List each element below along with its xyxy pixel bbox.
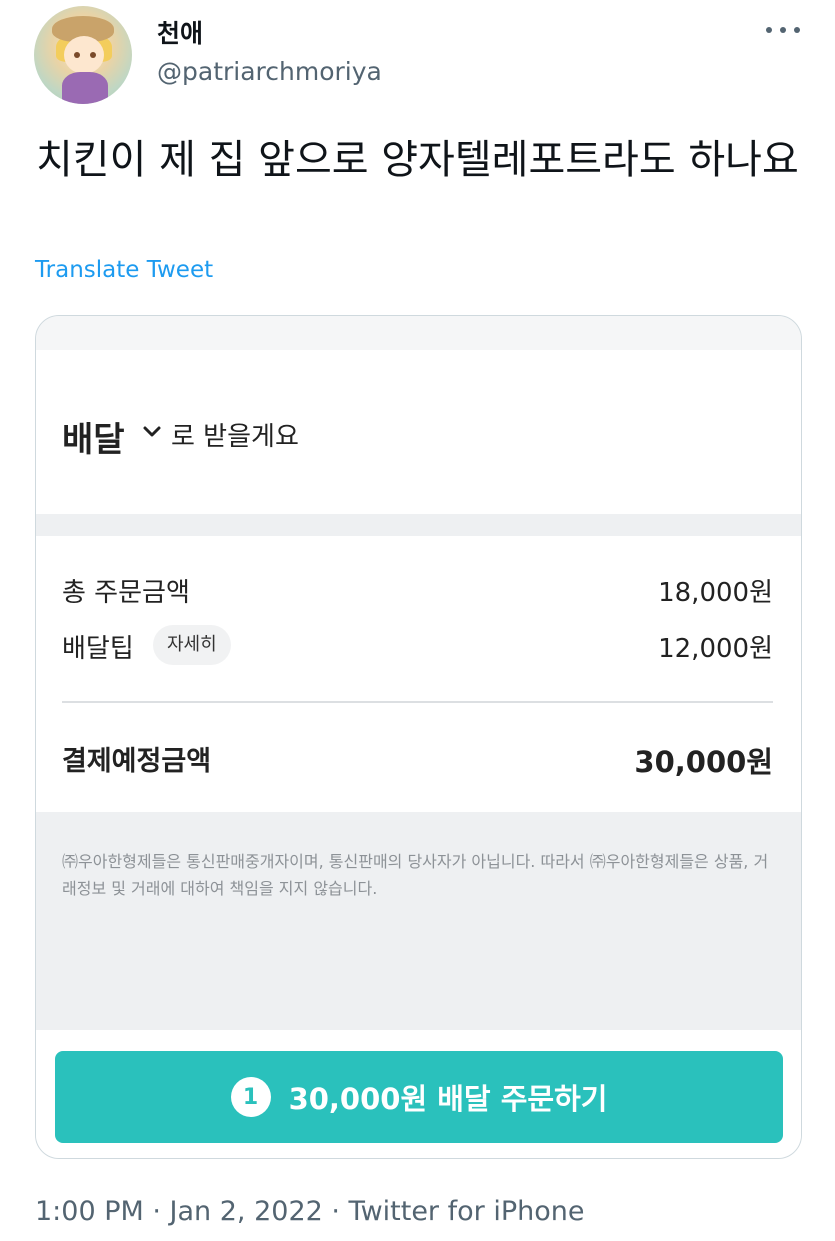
- display-name[interactable]: 천애: [157, 14, 203, 50]
- order-amount-value: 18,000원: [658, 578, 773, 608]
- payment-summary-panel: 총 주문금액 18,000원 배달팁 자세히 12,000원 결제예정금액 30…: [36, 536, 801, 812]
- place-order-button[interactable]: 1 30,000원 배달 주문하기: [55, 1051, 783, 1143]
- tweet-image-card[interactable]: 배달 로 받을게요 총 주문금액 18,000원 배달팁 자세히 12,000원…: [35, 315, 802, 1159]
- user-handle[interactable]: @patriarchmoriya: [157, 57, 382, 86]
- delivery-method-select[interactable]: 배달: [62, 412, 125, 461]
- legal-disclaimer: ㈜우아한형제들은 통신판매중개자이며, 통신판매의 당사자가 아닙니다. 따라서…: [62, 852, 769, 898]
- cart-count-badge: 1: [230, 1077, 271, 1117]
- tweet-text: 치킨이 제 집 앞으로 양자텔레포트라도 하나요: [36, 137, 799, 183]
- chevron-down-icon[interactable]: [142, 422, 162, 442]
- more-horizontal-icon[interactable]: [766, 18, 800, 42]
- delivery-tip-value: 12,000원: [658, 634, 773, 664]
- delivery-method-panel: 배달 로 받을게요: [36, 350, 801, 514]
- tweet-timestamp[interactable]: 1:00 PM · Jan 2, 2022 · Twitter for iPho…: [35, 1196, 584, 1227]
- avatar[interactable]: [34, 6, 132, 104]
- place-order-label: 30,000원 배달 주문하기: [288, 1082, 608, 1116]
- card-top-strip: [36, 316, 801, 350]
- order-amount-label: 총 주문금액: [62, 578, 190, 608]
- summary-divider: [62, 701, 773, 703]
- translate-tweet-link[interactable]: Translate Tweet: [35, 257, 213, 283]
- total-payment-value: 30,000원: [634, 745, 773, 779]
- delivery-tip-detail-button[interactable]: 자세히: [153, 625, 231, 665]
- delivery-tip-label: 배달팁: [62, 634, 134, 664]
- total-payment-label: 결제예정금액: [62, 746, 212, 777]
- delivery-method-suffix: 로 받을게요: [171, 422, 299, 452]
- order-button-area: 1 30,000원 배달 주문하기: [36, 1030, 801, 1158]
